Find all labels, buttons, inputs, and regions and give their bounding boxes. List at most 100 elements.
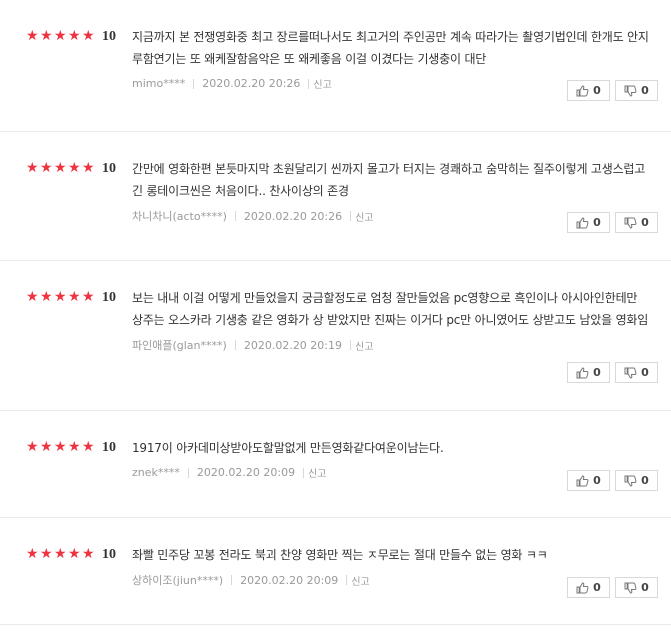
star-icon: ★ xyxy=(54,546,67,562)
dislike-count: 0 xyxy=(641,474,649,487)
star-icon: ★ xyxy=(26,28,39,44)
star-icon: ★ xyxy=(40,289,53,305)
star-icon: ★ xyxy=(40,439,53,455)
score-number: 10 xyxy=(102,161,116,176)
report-link[interactable]: 신고 xyxy=(308,465,326,480)
divider xyxy=(231,575,233,585)
star-icon: ★ xyxy=(40,160,53,176)
like-button[interactable]: 0 xyxy=(567,212,610,233)
thumbs-down-icon xyxy=(624,367,641,379)
author-name[interactable]: 상하이조(jiun****) xyxy=(132,572,223,588)
rating: ★ ★ ★ ★ ★ 10 xyxy=(26,289,116,305)
star-icon: ★ xyxy=(68,289,81,305)
score-number: 10 xyxy=(102,290,116,305)
dislike-button[interactable]: 0 xyxy=(615,212,658,233)
star-icon: ★ xyxy=(26,289,39,305)
like-count: 0 xyxy=(593,581,601,594)
star-icon: ★ xyxy=(54,28,67,44)
dislike-count: 0 xyxy=(641,581,649,594)
dislike-button[interactable]: 0 xyxy=(615,80,658,101)
divider xyxy=(308,78,310,89)
dislike-button[interactable]: 0 xyxy=(615,470,658,491)
star-rating: ★ ★ ★ ★ ★ xyxy=(26,289,96,305)
report-link[interactable]: 신고 xyxy=(355,338,373,353)
dislike-button[interactable]: 0 xyxy=(615,577,658,598)
review-text: 지금까지 본 전쟁영화중 최고 장르를떠나서도 최고거의 주인공만 계속 따라가… xyxy=(132,30,649,66)
star-rating: ★ ★ ★ ★ ★ xyxy=(26,546,96,562)
review-text: 좌빨 민주당 꼬봉 전라도 북괴 찬양 영화만 찍는 ㅈ무로는 절대 만들수 없… xyxy=(132,548,548,562)
star-icon: ★ xyxy=(40,28,53,44)
author-name[interactable]: mimo**** xyxy=(132,77,185,90)
thumbs-down-icon xyxy=(624,85,641,97)
review-item: ★ ★ ★ ★ ★ 10 1917이 아카데미상받아도할말없게 만든영화같다여운이남는다. z… xyxy=(0,411,671,518)
thumbs-up-icon xyxy=(576,84,593,97)
like-button[interactable]: 0 xyxy=(567,577,610,598)
review-text: 1917이 아카데미상받아도할말없게 만든영화같다여운이남는다. xyxy=(132,441,444,455)
vote-buttons: 00 xyxy=(562,80,658,101)
review-item: ★ ★ ★ ★ ★ 10 보는 내내 이걸 어떻게 만들었을지 궁금할정도로 엄청 잘만들었… xyxy=(0,261,671,411)
star-icon: ★ xyxy=(26,546,39,562)
review-date: 2020.02.20 20:26 xyxy=(202,77,301,90)
thumbs-down-icon xyxy=(624,582,641,594)
thumbs-down-icon xyxy=(624,217,641,229)
star-icon: ★ xyxy=(68,546,81,562)
like-button[interactable]: 0 xyxy=(567,362,610,383)
report-link[interactable]: 신고 xyxy=(355,209,373,224)
author-name[interactable]: 차니차니(acto****) xyxy=(132,208,227,224)
review-date: 2020.02.20 20:26 xyxy=(243,209,343,223)
star-icon: ★ xyxy=(40,546,53,562)
thumbs-up-icon xyxy=(576,366,593,379)
like-button[interactable]: 0 xyxy=(567,470,610,491)
like-count: 0 xyxy=(593,216,601,229)
rating: ★ ★ ★ ★ ★ 10 xyxy=(26,28,116,44)
rating: ★ ★ ★ ★ ★ 10 xyxy=(26,546,116,562)
score-number: 10 xyxy=(102,29,116,44)
report-link[interactable]: 신고 xyxy=(351,573,369,588)
review-body: 보는 내내 이걸 어떻게 만들었을지 궁금할정도로 엄청 잘만들었음 pc영향으… xyxy=(132,287,651,353)
vote-buttons: 00 xyxy=(562,470,658,491)
star-icon: ★ xyxy=(54,439,67,455)
star-icon: ★ xyxy=(26,160,39,176)
divider xyxy=(234,340,236,350)
dislike-count: 0 xyxy=(641,84,649,97)
review-text: 보는 내내 이걸 어떻게 만들었을지 궁금할정도로 엄청 잘만들었음 pc영향으… xyxy=(132,291,649,327)
vote-buttons: 00 xyxy=(562,362,658,383)
like-count: 0 xyxy=(593,366,601,379)
star-icon: ★ xyxy=(82,160,95,176)
like-count: 0 xyxy=(593,84,601,97)
dislike-button[interactable]: 0 xyxy=(615,362,658,383)
review-text: 간만에 영화한편 본듯마지막 초원달리기 씬까지 몰고가 터지는 경쾌하고 숨막… xyxy=(132,162,646,198)
vote-buttons: 00 xyxy=(562,577,658,598)
review-item: ★ ★ ★ ★ ★ 10 간만에 영화한편 본듯마지막 초원달리기 씬까지 몰고가 터지는 … xyxy=(0,132,671,261)
dislike-count: 0 xyxy=(641,366,649,379)
star-rating: ★ ★ ★ ★ ★ xyxy=(26,439,96,455)
star-icon: ★ xyxy=(82,289,95,305)
review-date: 2020.02.20 20:09 xyxy=(196,466,296,479)
divider xyxy=(193,78,195,89)
review-date: 2020.02.20 20:09 xyxy=(240,573,339,587)
rating: ★ ★ ★ ★ ★ 10 xyxy=(26,439,116,455)
star-icon: ★ xyxy=(26,439,39,455)
divider xyxy=(350,340,352,350)
star-icon: ★ xyxy=(68,160,81,176)
star-icon: ★ xyxy=(54,160,67,176)
star-icon: ★ xyxy=(82,28,95,44)
like-button[interactable]: 0 xyxy=(567,80,610,101)
divider xyxy=(234,211,236,221)
review-item: ★ ★ ★ ★ ★ 10 지금까지 본 전쟁영화중 최고 장르를떠나서도 최고거의 주인공만… xyxy=(0,0,671,132)
star-rating: ★ ★ ★ ★ ★ xyxy=(26,28,96,44)
author-name[interactable]: znek**** xyxy=(132,466,180,479)
divider xyxy=(350,211,352,221)
thumbs-down-icon xyxy=(624,475,641,487)
vote-buttons: 00 xyxy=(562,212,658,233)
report-link[interactable]: 신고 xyxy=(313,76,331,91)
star-icon: ★ xyxy=(68,439,81,455)
thumbs-up-icon xyxy=(576,216,593,229)
star-icon: ★ xyxy=(54,289,67,305)
dislike-count: 0 xyxy=(641,216,649,229)
thumbs-up-icon xyxy=(576,474,593,487)
author-name[interactable]: 파인애플(glan****) xyxy=(132,337,227,353)
divider xyxy=(303,467,305,478)
star-icon: ★ xyxy=(82,439,95,455)
thumbs-up-icon xyxy=(576,581,593,594)
